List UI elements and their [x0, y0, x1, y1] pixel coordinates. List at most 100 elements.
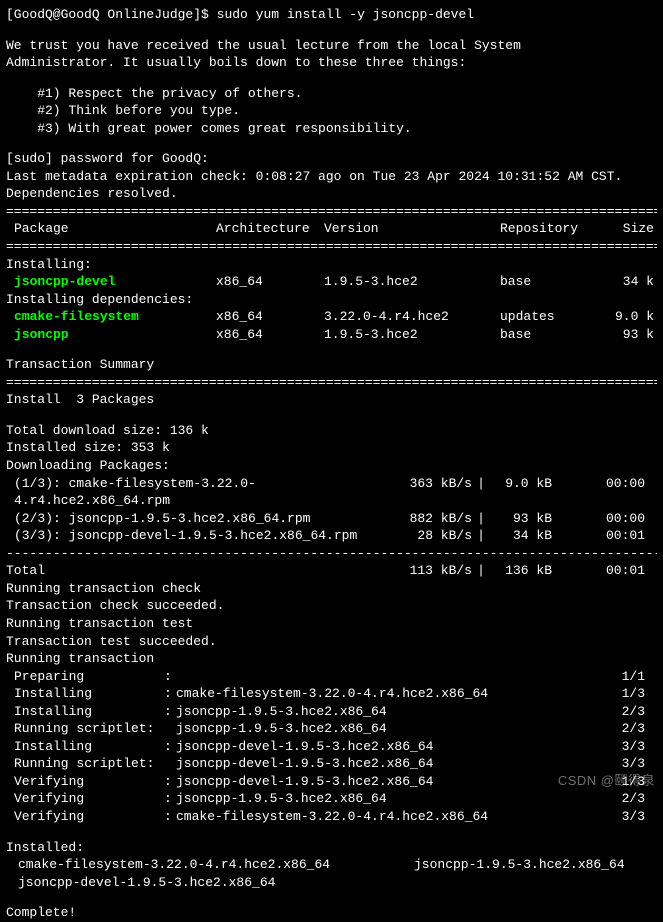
col-repo: Repository: [500, 220, 606, 238]
total-label: Total: [6, 562, 394, 580]
download-row: (3/3): jsoncpp-devel-1.9.5-3.hce2.x86_64…: [6, 527, 657, 545]
tx-step-count: 1/3: [617, 685, 657, 703]
tx-step-label: Verifying: [6, 773, 164, 791]
pkg-size: 34 k: [606, 273, 654, 291]
metadata-line: Last metadata expiration check: 0:08:27 …: [6, 168, 657, 186]
pkg-arch: x86_64: [216, 308, 324, 326]
blank-line: [6, 137, 657, 150]
installed-pkg-row: cmake-filesystem-3.22.0-4.r4.hce2.x86_64…: [6, 856, 657, 874]
tx-step-count: 2/3: [617, 790, 657, 808]
tx-step-count: 2/3: [617, 720, 657, 738]
tx-step-count: 3/3: [617, 738, 657, 756]
transaction-summary-label: Transaction Summary: [6, 356, 657, 374]
downloading-label: Downloading Packages:: [6, 457, 657, 475]
tx-step-label: Verifying: [6, 808, 164, 826]
pkg-repo: base: [500, 326, 606, 344]
download-time: 00:00: [552, 475, 657, 510]
divider-thick: ========================================…: [6, 203, 657, 221]
download-speed: 363 kB/s: [394, 475, 472, 510]
transaction-row: Installing:jsoncpp-1.9.5-3.hce2.x86_642/…: [6, 703, 657, 721]
pipe-separator: |: [472, 562, 490, 580]
pkg-repo: base: [500, 273, 606, 291]
pkg-size: 93 k: [606, 326, 654, 344]
tx-step-label: Running scriptlet:: [6, 755, 164, 773]
lecture-item: #1) Respect the privacy of others.: [6, 85, 657, 103]
pkg-version: 1.9.5-3.hce2: [324, 326, 500, 344]
installed-pkg-row: jsoncpp-devel-1.9.5-3.hce2.x86_64: [6, 874, 657, 892]
download-time: 00:00: [552, 510, 657, 528]
shell-command: sudo yum install -y jsoncpp-devel: [217, 7, 474, 22]
download-row: (2/3): jsoncpp-1.9.5-3.hce2.x86_64.rpm 8…: [6, 510, 657, 528]
divider-thin: ----------------------------------------…: [6, 545, 657, 563]
blank-line: [6, 72, 657, 85]
lecture-line: We trust you have received the usual lec…: [6, 37, 657, 55]
download-size: 34 kB: [490, 527, 552, 545]
installed-pkg: [414, 874, 657, 892]
download-size: 93 kB: [490, 510, 552, 528]
col-version: Version: [324, 220, 500, 238]
pkg-arch: x86_64: [216, 326, 324, 344]
transaction-row: Installing:jsoncpp-devel-1.9.5-3.hce2.x8…: [6, 738, 657, 756]
download-total-row: Total 113 kB/s | 136 kB 00:01: [6, 562, 657, 580]
colon: [164, 720, 176, 738]
download-size: 9.0 kB: [490, 475, 552, 510]
installed-pkg: cmake-filesystem-3.22.0-4.r4.hce2.x86_64: [18, 856, 414, 874]
download-name: (3/3): jsoncpp-devel-1.9.5-3.hce2.x86_64…: [6, 527, 394, 545]
tx-step-pkg: jsoncpp-1.9.5-3.hce2.x86_64: [176, 790, 617, 808]
transaction-rows: Preparing:1/1Installing:cmake-filesystem…: [6, 668, 657, 826]
download-speed: 28 kB/s: [394, 527, 472, 545]
download-speed: 882 kB/s: [394, 510, 472, 528]
tx-step-pkg: cmake-filesystem-3.22.0-4.r4.hce2.x86_64: [176, 685, 617, 703]
colon: :: [164, 685, 176, 703]
transaction-row: Preparing:1/1: [6, 668, 657, 686]
installing-deps-label: Installing dependencies:: [6, 291, 657, 309]
transaction-row: Installing:cmake-filesystem-3.22.0-4.r4.…: [6, 685, 657, 703]
installed-label: Installed:: [6, 839, 657, 857]
lecture-line: Administrator. It usually boils down to …: [6, 54, 657, 72]
colon: :: [164, 808, 176, 826]
complete-label: Complete!: [6, 904, 657, 922]
password-prompt: [sudo] password for GoodQ:: [6, 150, 657, 168]
tx-check-ok: Transaction check succeeded.: [6, 597, 657, 615]
installed-pkg: jsoncpp-1.9.5-3.hce2.x86_64: [414, 856, 657, 874]
transaction-row: Verifying:cmake-filesystem-3.22.0-4.r4.h…: [6, 808, 657, 826]
installed-size: Installed size: 353 k: [6, 439, 657, 457]
lecture-item: #3) With great power comes great respons…: [6, 120, 657, 138]
pkg-arch: x86_64: [216, 273, 324, 291]
deps-resolved: Dependencies resolved.: [6, 185, 657, 203]
tx-step-count: 1/1: [617, 668, 657, 686]
table-row: jsoncpp-devel x86_64 1.9.5-3.hce2 base 3…: [6, 273, 657, 291]
tx-step-pkg: jsoncpp-devel-1.9.5-3.hce2.x86_64: [176, 773, 617, 791]
download-name: (2/3): jsoncpp-1.9.5-3.hce2.x86_64.rpm: [6, 510, 394, 528]
blank-line: [6, 343, 657, 356]
blank-line: [6, 409, 657, 422]
table-row: jsoncpp x86_64 1.9.5-3.hce2 base 93 k: [6, 326, 657, 344]
tx-step-label: Preparing: [6, 668, 164, 686]
total-download-size: Total download size: 136 k: [6, 422, 657, 440]
installing-label: Installing:: [6, 256, 657, 274]
tx-step-count: 2/3: [617, 703, 657, 721]
pkg-version: 3.22.0-4.r4.hce2: [324, 308, 500, 326]
blank-line: [6, 891, 657, 904]
pkg-name: jsoncpp: [14, 327, 69, 342]
watermark: CSDN @颐得泉: [558, 772, 655, 790]
tx-run: Running transaction: [6, 650, 657, 668]
table-header-row: Package Architecture Version Repository …: [6, 220, 657, 238]
lecture-item: #2) Think before you type.: [6, 102, 657, 120]
col-size: Size: [606, 220, 654, 238]
download-name: (1/3): cmake-filesystem-3.22.0-4.r4.hce2…: [6, 475, 394, 510]
pipe-separator: |: [472, 510, 490, 528]
tx-step-pkg: [176, 668, 617, 686]
installed-pkg: jsoncpp-devel-1.9.5-3.hce2.x86_64: [18, 874, 414, 892]
col-package: Package: [6, 220, 216, 238]
divider-thick: ========================================…: [6, 374, 657, 392]
tx-step-label: Installing: [6, 738, 164, 756]
transaction-row: Running scriptlet:jsoncpp-devel-1.9.5-3.…: [6, 755, 657, 773]
tx-test-ok: Transaction test succeeded.: [6, 633, 657, 651]
colon: [164, 755, 176, 773]
blank-line: [6, 826, 657, 839]
total-speed: 113 kB/s: [394, 562, 472, 580]
col-arch: Architecture: [216, 220, 324, 238]
transaction-row: Running scriptlet:jsoncpp-1.9.5-3.hce2.x…: [6, 720, 657, 738]
tx-step-pkg: jsoncpp-1.9.5-3.hce2.x86_64: [176, 720, 617, 738]
